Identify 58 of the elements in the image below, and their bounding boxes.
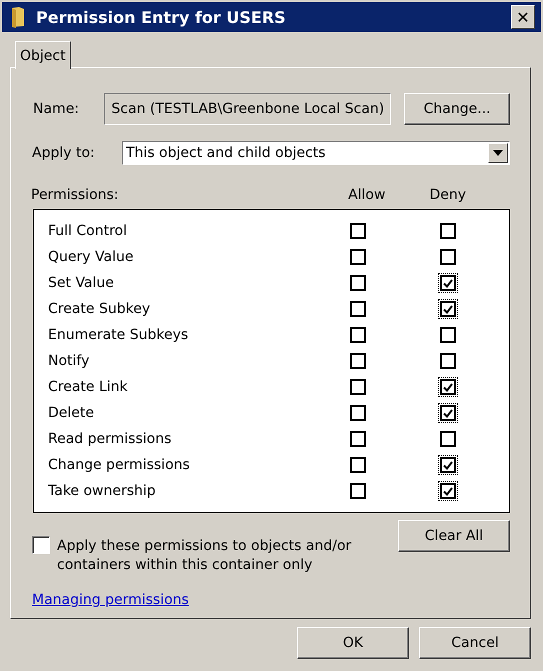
deny-checkbox[interactable]: [438, 481, 458, 501]
deny-checkbox[interactable]: [438, 325, 458, 345]
allow-checkbox[interactable]: [348, 481, 368, 501]
permission-name: Query Value: [47, 249, 134, 265]
permission-name: Read permissions: [47, 431, 172, 447]
allow-checkbox[interactable]: [348, 325, 368, 345]
folder-icon: [10, 6, 26, 28]
allow-checkbox[interactable]: [348, 377, 368, 397]
change-button[interactable]: Change...: [404, 93, 510, 125]
dropdown-arrow-icon: [493, 150, 503, 156]
allow-checkbox[interactable]: [348, 299, 368, 319]
allow-checkbox[interactable]: [348, 429, 368, 449]
permission-name: Delete: [47, 405, 95, 421]
permission-name: Set Value: [47, 275, 115, 291]
deny-checkbox[interactable]: [438, 247, 458, 267]
deny-checkbox[interactable]: [438, 455, 458, 475]
permission-name: Create Link: [47, 379, 129, 395]
allow-checkbox[interactable]: [348, 351, 368, 371]
permission-name: Change permissions: [47, 457, 191, 473]
permission-name: Full Control: [47, 223, 128, 239]
deny-checkbox[interactable]: [438, 299, 458, 319]
allow-checkbox[interactable]: [348, 273, 368, 293]
deny-checkbox[interactable]: [438, 403, 458, 423]
dialog-button[interactable]: Cancel: [419, 627, 531, 659]
deny-checkbox[interactable]: [438, 351, 458, 371]
allow-checkbox[interactable]: [348, 247, 368, 267]
managing-permissions-link[interactable]: Managing permissions: [32, 592, 189, 608]
dialog-button[interactable]: OK: [297, 627, 409, 659]
check-icon: [443, 460, 453, 470]
allow-checkbox[interactable]: [348, 455, 368, 475]
object-tab[interactable]: Object: [15, 41, 71, 69]
allow-checkbox[interactable]: [348, 221, 368, 241]
name-label: Name:: [33, 101, 80, 117]
permission-name: Notify: [47, 353, 90, 369]
permission-name: Enumerate Subkeys: [47, 327, 190, 343]
deny-checkbox[interactable]: [438, 429, 458, 449]
close-button[interactable]: ✕: [511, 5, 535, 29]
permission-name: Take ownership: [47, 483, 157, 499]
allow-checkbox[interactable]: [348, 403, 368, 423]
apply-checkbox-label: Apply these permissions to objects and/or containers within this container only: [57, 537, 352, 575]
check-icon: [443, 408, 453, 418]
clear-all-button[interactable]: Clear All: [398, 520, 510, 552]
permissions-label: Permissions:: [31, 187, 120, 203]
permission-name: Create Subkey: [47, 301, 152, 317]
deny-checkbox[interactable]: [438, 377, 458, 397]
deny-checkbox[interactable]: [438, 221, 458, 241]
name-field[interactable]: Scan (TESTLAB\Greenbone Local Scan): [104, 93, 392, 125]
allow-header: Allow: [348, 187, 386, 203]
apply-to-dropdown[interactable]: This object and child objects: [122, 141, 510, 165]
apply-checkbox[interactable]: [32, 536, 50, 554]
apply-to-label: Apply to:: [32, 145, 96, 161]
check-icon: [443, 304, 453, 314]
deny-header: Deny: [429, 187, 466, 203]
check-icon: [443, 486, 453, 496]
deny-checkbox[interactable]: [438, 273, 458, 293]
window-title: Permission Entry for USERS: [36, 8, 287, 26]
check-icon: [443, 382, 453, 392]
check-icon: [443, 278, 453, 288]
